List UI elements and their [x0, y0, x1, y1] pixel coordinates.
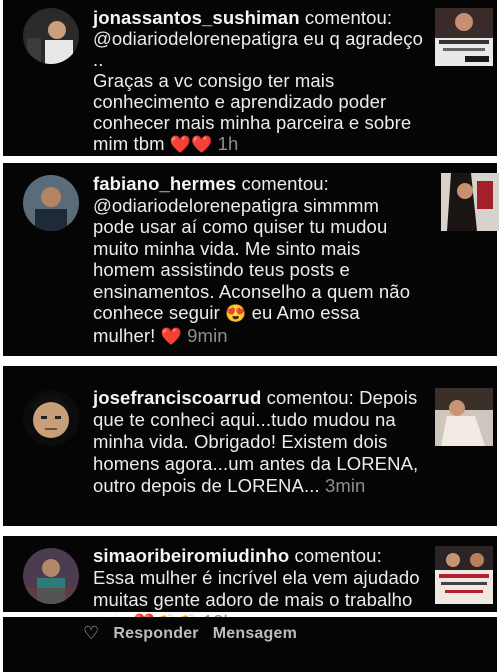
comment-card: josefranciscoarrud comentou: Depois que … — [3, 366, 497, 526]
avatar[interactable] — [23, 175, 79, 231]
comment-body: jonassantos_sushiman comentou: @odiariod… — [93, 7, 425, 155]
heart-emoji: ❤️❤️ — [169, 135, 213, 154]
timestamp: 1h — [217, 133, 239, 154]
avatar[interactable] — [23, 8, 79, 64]
post-thumbnail[interactable] — [435, 546, 493, 604]
username[interactable]: josefranciscoarrud — [93, 387, 261, 408]
message-button[interactable]: Mensagem — [213, 625, 297, 643]
heart-eyes-emoji: 😍 — [225, 304, 247, 323]
action-label: comentou: — [294, 545, 382, 566]
username[interactable]: fabiano_hermes — [93, 173, 236, 194]
post-thumbnail[interactable] — [441, 173, 499, 231]
timestamp: 9min — [187, 324, 228, 346]
action-label: comentou: — [241, 173, 329, 194]
avatar[interactable] — [23, 548, 79, 604]
comment-card: simaoribeiromiudinho comentou: Essa mulh… — [3, 536, 497, 632]
comment-body: josefranciscoarrud comentou: Depois que … — [93, 387, 425, 497]
action-label: comentou: — [304, 7, 393, 28]
comment-card: fabiano_hermes comentou: @odiariodeloren… — [3, 163, 499, 356]
comment-actions-bar: ♡ Responder Mensagem — [3, 617, 497, 672]
username[interactable]: simaoribeiromiudinho — [93, 545, 289, 566]
heart-emoji: ❤️ — [160, 326, 182, 346]
post-thumbnail[interactable] — [435, 388, 493, 446]
comment-card: jonassantos_sushiman comentou: @odiariod… — [3, 0, 497, 156]
post-thumbnail[interactable] — [435, 8, 493, 66]
heart-outline-icon[interactable]: ♡ — [83, 623, 99, 644]
action-label: comentou: — [266, 387, 354, 408]
username[interactable]: jonassantos_sushiman — [93, 7, 300, 28]
reply-button[interactable]: Responder — [113, 625, 198, 643]
comment-body: fabiano_hermes comentou: @odiariodeloren… — [93, 173, 425, 347]
comment-actions: ♡ Responder Mensagem — [83, 623, 297, 644]
comment-text: @odiariodelorenepatigra eu q agradeço ..… — [93, 28, 424, 154]
avatar[interactable] — [23, 390, 79, 446]
timestamp: 3min — [324, 475, 366, 496]
